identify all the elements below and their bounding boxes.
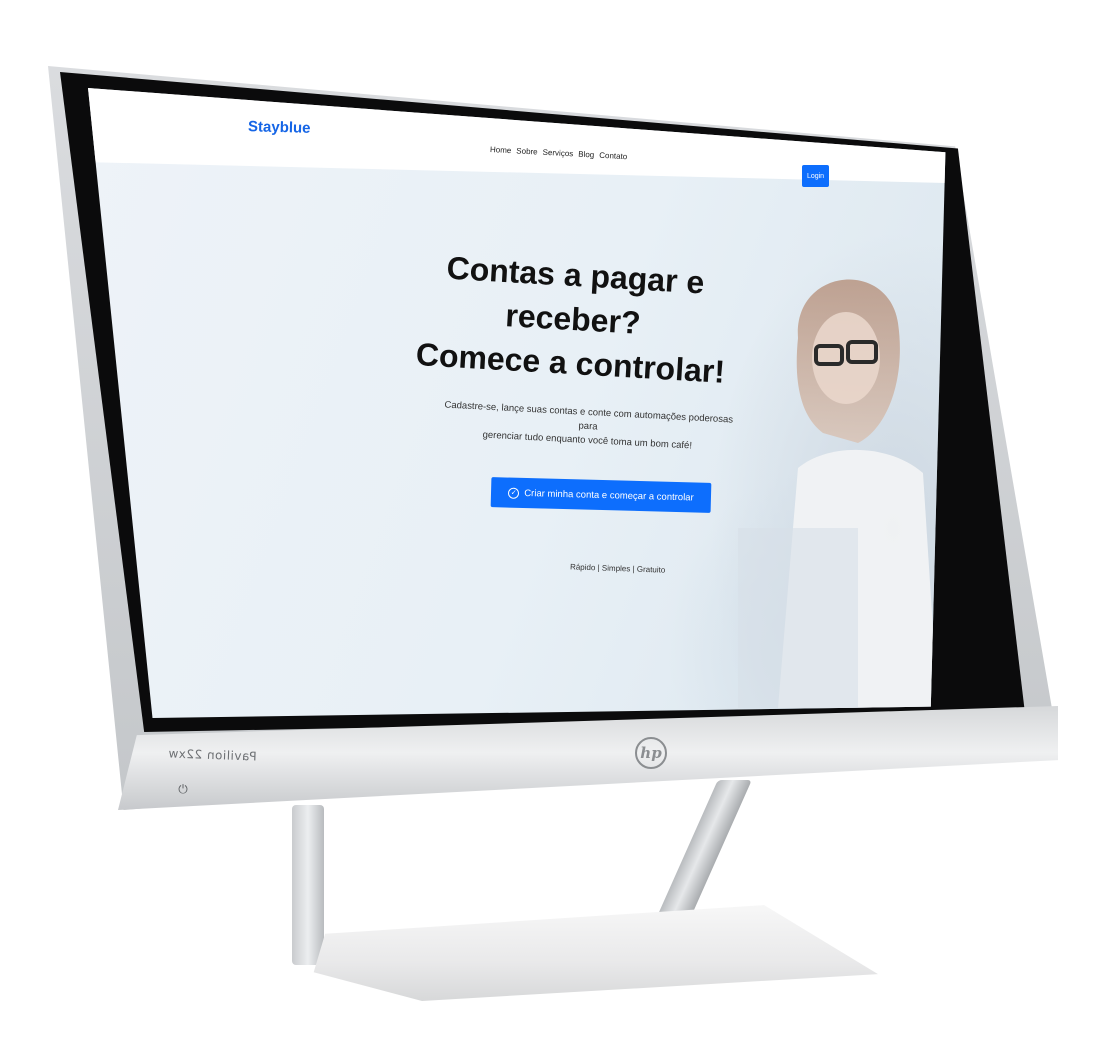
nav-home[interactable]: Home [490,145,512,155]
nav-sobre[interactable]: Sobre [516,146,538,156]
nav-contato[interactable]: Contato [599,151,627,161]
create-account-label: Criar minha conta e começar a controlar [524,487,694,503]
hero-title: Contas a pagar e receber? Comece a contr… [370,242,777,397]
create-account-button[interactable]: ✓ Criar minha conta e começar a controla… [490,477,712,513]
hp-logo-icon: hp [635,737,667,769]
brand-logo[interactable]: Stayblue [248,118,311,137]
hero-tagline: Rápido | Simples | Gratuito [569,562,666,575]
nav-blog[interactable]: Blog [578,150,594,160]
login-button[interactable]: Login [802,165,829,187]
monitor-stand-back [292,805,324,965]
monitor-stand-base [313,905,878,1001]
hero-subtitle: Cadastre-se, lançe suas contas e conte c… [437,398,739,456]
power-icon[interactable]: ⏻ [176,782,190,796]
nav-servicos[interactable]: Serviços [542,148,573,159]
monitor-screen: Stayblue Home Sobre Serviços Blog Contat… [88,88,946,718]
check-circle-icon: ✓ [508,487,520,499]
